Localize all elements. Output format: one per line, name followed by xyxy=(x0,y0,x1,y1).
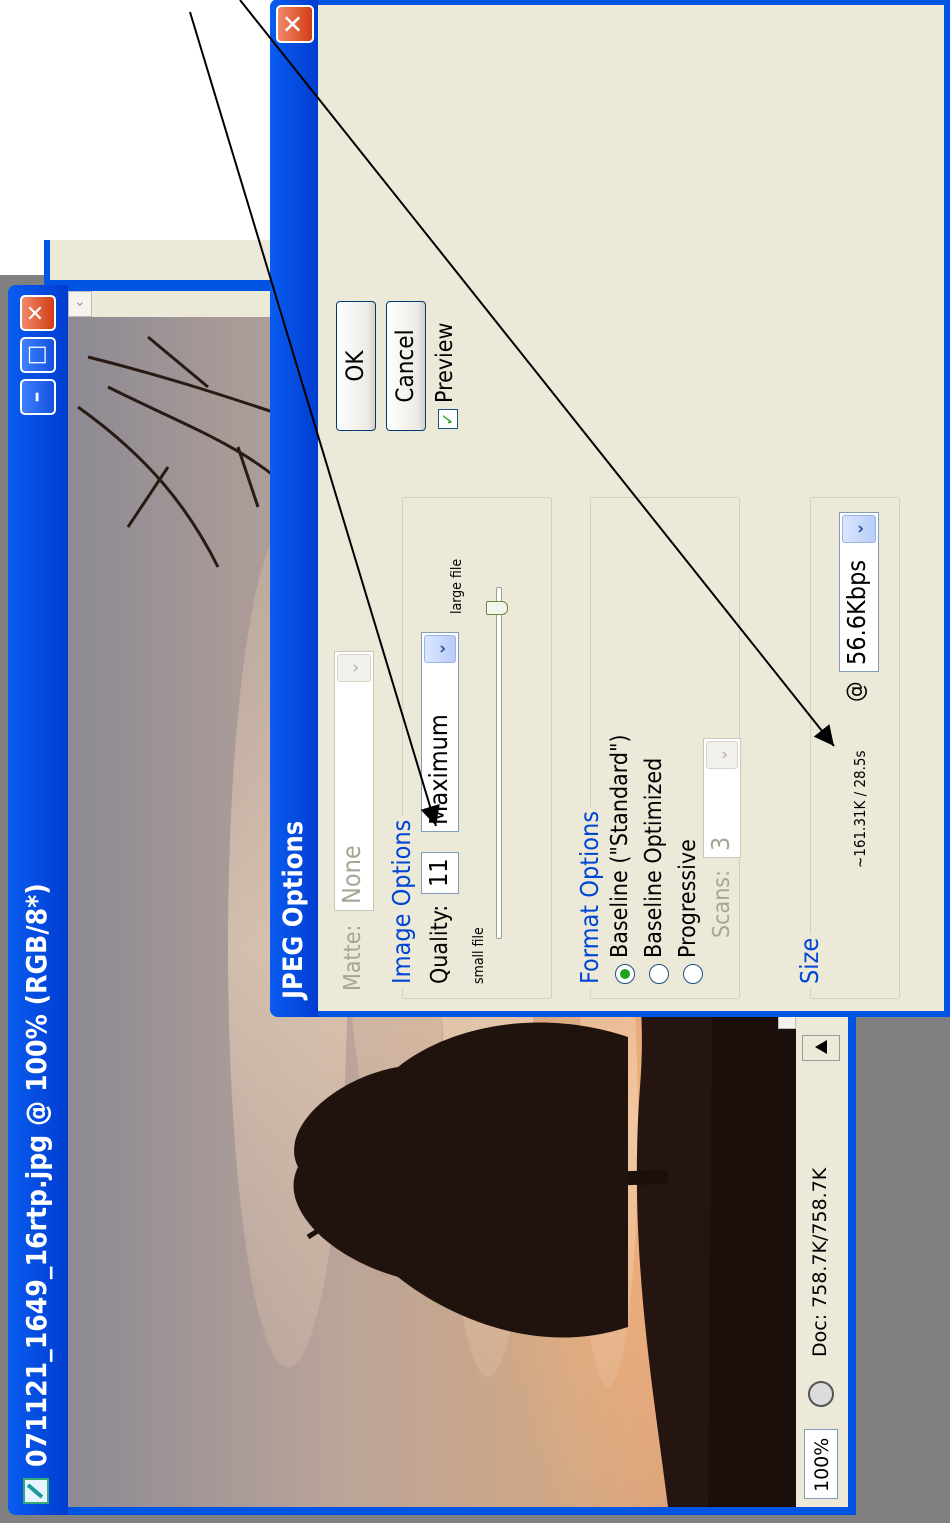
quality-slider-thumb[interactable] xyxy=(486,601,508,615)
small-file-label: small file xyxy=(471,927,487,984)
format-options-title: Format Options xyxy=(575,806,604,988)
chevron-down-icon: ⌄ xyxy=(706,741,738,769)
format-options-group: Format Options Baseline ("Standard") Bas… xyxy=(575,497,741,999)
chevron-down-icon[interactable]: ⌄ xyxy=(424,635,456,663)
preview-label[interactable]: Preview xyxy=(432,323,458,403)
ok-button[interactable]: OK xyxy=(336,301,376,431)
matte-value: None xyxy=(337,845,366,904)
status-menu-arrow-icon[interactable] xyxy=(802,1035,840,1061)
document-titlebar[interactable]: 071121_1649_16rtp.jpg @ 100% (RGB/8*) – … xyxy=(8,285,68,1515)
jpeg-options-dialog: JPEG Options ✕ Matte: None ⌄ Image Optio… xyxy=(270,0,950,1017)
close-icon[interactable]: ✕ xyxy=(20,295,56,331)
photoshop-document-icon xyxy=(23,1478,49,1504)
progressive-radio[interactable] xyxy=(683,964,703,984)
scans-select: 3 ⌄ xyxy=(703,738,741,858)
dialog-title: JPEG Options xyxy=(278,820,309,999)
quality-label: Quality: xyxy=(427,904,453,984)
connection-speed-select[interactable]: 56.6Kbps ⌄ xyxy=(839,512,879,672)
minimize-icon[interactable]: – xyxy=(20,379,56,415)
document-size-info: Doc: 758.7K/758.7K xyxy=(809,1167,831,1357)
rotated-desktop: 071121_1649_16rtp.jpg @ 100% (RGB/8*) – … xyxy=(0,0,950,1523)
quality-input[interactable]: 11 xyxy=(421,852,459,894)
preview-checkbox[interactable]: ✓ xyxy=(438,409,458,429)
baseline-standard-label[interactable]: Baseline ("Standard") xyxy=(607,734,633,958)
scroll-up-arrow-icon[interactable]: ‹ xyxy=(68,291,92,317)
status-info-icon[interactable] xyxy=(808,1381,834,1407)
chevron-down-icon[interactable]: ⌄ xyxy=(842,515,876,543)
baseline-optimized-label[interactable]: Baseline Optimized xyxy=(641,758,667,958)
baseline-standard-radio[interactable] xyxy=(615,964,635,984)
dialog-titlebar[interactable]: JPEG Options ✕ xyxy=(270,0,318,1017)
quality-slider-track[interactable] xyxy=(496,587,502,939)
baseline-optimized-radio[interactable] xyxy=(649,964,669,984)
maximize-icon[interactable]: □ xyxy=(20,337,56,373)
at-symbol: @ xyxy=(843,681,869,702)
quality-preset-value: Maximum xyxy=(424,714,453,825)
connection-speed-value: 56.6Kbps xyxy=(842,559,871,665)
zoom-field[interactable]: 100% xyxy=(804,1429,838,1499)
screenshot-stage: 071121_1649_16rtp.jpg @ 100% (RGB/8*) – … xyxy=(0,0,950,1523)
size-title: Size xyxy=(795,933,824,988)
large-file-label: large file xyxy=(449,558,465,614)
chevron-down-icon: ⌄ xyxy=(337,654,371,682)
close-icon[interactable]: ✕ xyxy=(276,5,314,43)
scans-label: Scans: xyxy=(709,869,735,938)
cancel-button[interactable]: Cancel xyxy=(386,301,426,431)
document-title: 071121_1649_16rtp.jpg @ 100% (RGB/8*) xyxy=(20,883,53,1467)
matte-select: None ⌄ xyxy=(334,651,374,911)
size-estimate: ~161.31K / 28.5s xyxy=(851,750,869,868)
progressive-label[interactable]: Progressive xyxy=(675,839,701,958)
image-options-title: Image Options xyxy=(387,815,416,988)
matte-label: Matte: xyxy=(340,924,366,991)
size-group: Size ~161.31K / 28.5s @ 56.6Kbps ⌄ xyxy=(795,497,900,999)
image-options-group: Image Options Quality: 11 Maximum ⌄ smal… xyxy=(387,497,552,999)
scans-value: 3 xyxy=(706,836,735,851)
quality-preset-select[interactable]: Maximum ⌄ xyxy=(421,632,459,832)
